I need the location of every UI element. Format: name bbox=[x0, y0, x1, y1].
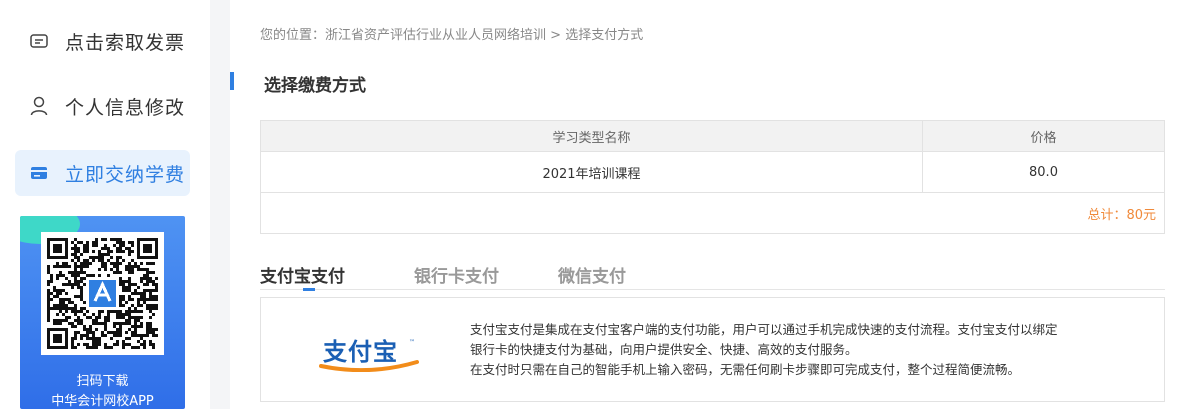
breadcrumb-link[interactable]: 浙江省资产评估行业从业人员网络培训 bbox=[325, 28, 546, 43]
app-download-card: 扫码下载 中华会计网校APP bbox=[20, 216, 185, 409]
breadcrumb-prefix: 您的位置： bbox=[260, 28, 326, 43]
sidebar-item-label: 立即交纳学费 bbox=[65, 163, 186, 186]
qr-code bbox=[41, 232, 164, 355]
price-cell: 80.0 bbox=[1029, 164, 1058, 180]
qr-caption-scan: 扫码下载 bbox=[76, 374, 129, 389]
sidebar-item-label: 点击索取发票 bbox=[65, 31, 186, 54]
section-accent-bar bbox=[230, 72, 234, 90]
payment-tabs: 支付宝支付 银行卡支付 微信支付 bbox=[260, 258, 1165, 291]
invoice-icon bbox=[29, 31, 49, 51]
header-course-name: 学习类型名称 bbox=[261, 121, 923, 151]
header-price: 价格 bbox=[1030, 130, 1057, 146]
layout-gap bbox=[210, 0, 230, 409]
sidebar-item-profile[interactable]: 个人信息修改 bbox=[15, 83, 190, 129]
tab-bank-card[interactable]: 银行卡支付 bbox=[414, 262, 499, 287]
alipay-panel: 支付宝 ™ 支付宝支付是集成在支付宝客户端的支付功能，用户可以通过手机完成快速的… bbox=[260, 297, 1165, 402]
alipay-logo: 支付宝 ™ bbox=[319, 336, 419, 373]
sidebar-item-pay-tuition[interactable]: 立即交纳学费 bbox=[15, 150, 190, 196]
alipay-description: 支付宝支付是集成在支付宝客户端的支付功能，用户可以通过手机完成快速的支付流程。支… bbox=[470, 320, 1150, 380]
qr-caption-app: 中华会计网校APP bbox=[51, 394, 154, 409]
sidebar-item-label: 个人信息修改 bbox=[65, 96, 186, 119]
fee-total: 总计：80元 bbox=[1087, 207, 1156, 223]
main-content: 您的位置：浙江省资产评估行业从业人员网络培训 > 选择支付方式 选择缴费方式 学… bbox=[230, 0, 1189, 409]
course-name-cell: 2021年培训课程 bbox=[261, 152, 923, 192]
svg-text:™: ™ bbox=[409, 339, 415, 346]
sidebar: 点击索取发票 个人信息修改 立即交纳学费 扫码下载 中华会计网校APP bbox=[0, 0, 210, 409]
table-header-row: 学习类型名称 价格 bbox=[261, 121, 1164, 152]
description-line: 银行卡的快捷支付为基础，向用户提供安全、快捷、高效的支付服务。 bbox=[470, 342, 858, 357]
sidebar-item-invoice[interactable]: 点击索取发票 bbox=[15, 18, 190, 64]
section-title: 选择缴费方式 bbox=[264, 76, 366, 96]
breadcrumb: 您的位置：浙江省资产评估行业从业人员网络培训 > 选择支付方式 bbox=[260, 24, 643, 43]
card-icon bbox=[29, 163, 49, 183]
table-row: 2021年培训课程 80.0 bbox=[261, 152, 1164, 193]
fee-table: 学习类型名称 价格 2021年培训课程 80.0 总计：80元 bbox=[260, 120, 1165, 234]
description-line: 在支付时只需在自己的智能手机上输入密码，无需任何刷卡步骤即可完成支付，整个过程简… bbox=[470, 362, 1021, 377]
active-tab-indicator bbox=[303, 288, 315, 291]
tab-wechat[interactable]: 微信支付 bbox=[558, 262, 626, 287]
description-line: 支付宝支付是集成在支付宝客户端的支付功能，用户可以通过手机完成快速的支付流程。支… bbox=[470, 322, 1058, 337]
svg-text:支付宝: 支付宝 bbox=[323, 338, 398, 366]
breadcrumb-separator: > bbox=[550, 28, 562, 43]
tab-alipay[interactable]: 支付宝支付 bbox=[260, 262, 345, 287]
breadcrumb-current: 选择支付方式 bbox=[565, 28, 644, 43]
user-icon bbox=[29, 96, 49, 116]
